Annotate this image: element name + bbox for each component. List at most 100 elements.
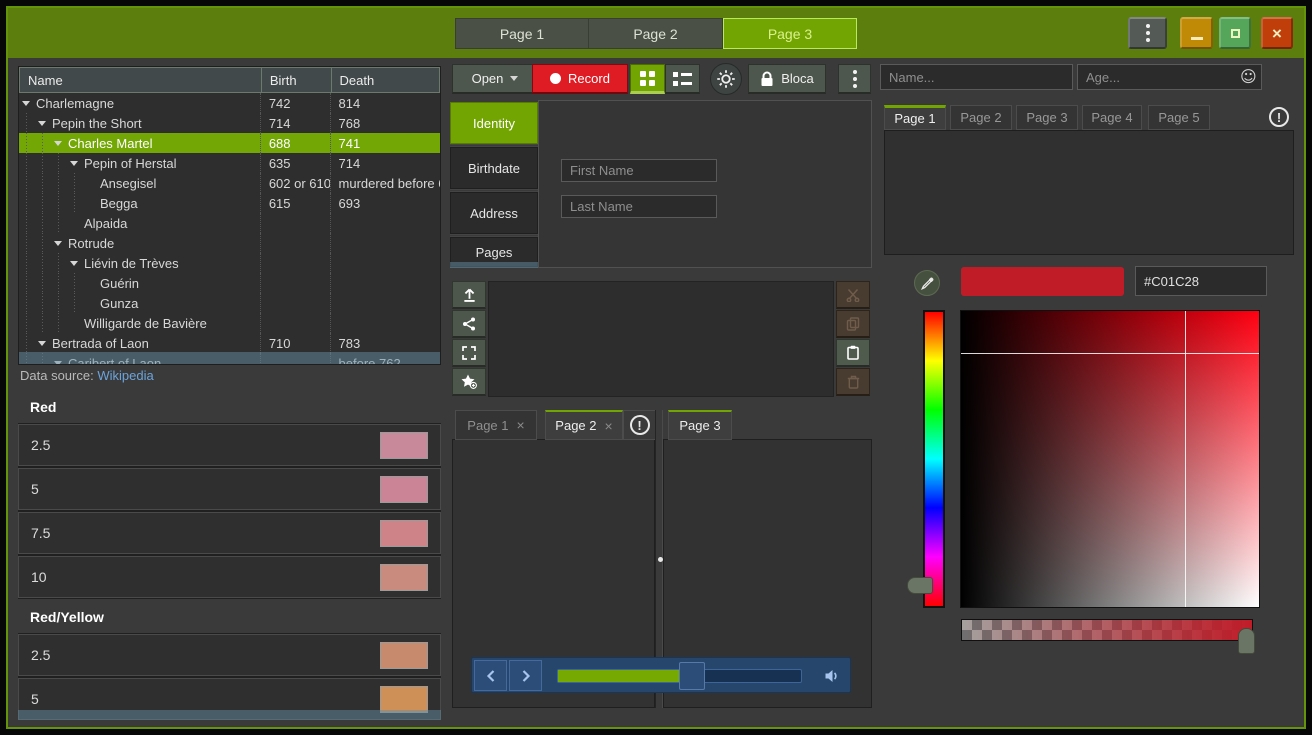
left-pane-warning-button[interactable]: ! xyxy=(623,410,656,440)
right-panel-warning-icon[interactable]: ! xyxy=(1269,107,1289,127)
titlebar-tab-page1[interactable]: Page 1 xyxy=(455,18,589,49)
tree-col-birth[interactable]: Birth xyxy=(261,68,331,92)
page-tab-3[interactable]: Page 3 xyxy=(1016,105,1078,130)
volume-icon[interactable] xyxy=(824,668,840,684)
list-view-toggle[interactable] xyxy=(665,64,700,94)
tree-col-name[interactable]: Name xyxy=(20,68,261,92)
tree-indent-guide xyxy=(35,253,51,273)
tree-row[interactable]: Willigarde de Bavière xyxy=(19,313,440,333)
content-drop-area[interactable] xyxy=(488,281,834,397)
age-field[interactable] xyxy=(1077,64,1262,90)
tree-row[interactable]: Guérin xyxy=(19,273,440,293)
minimize-button[interactable] xyxy=(1180,17,1213,49)
page-tab-1[interactable]: Page 1 xyxy=(884,105,946,130)
list-item-value: 7.5 xyxy=(31,525,50,541)
tree-row[interactable]: Pepin the Short714768 xyxy=(19,113,440,133)
expander-icon[interactable] xyxy=(51,141,65,146)
tree-indent-guide xyxy=(51,313,67,333)
close-button[interactable]: × xyxy=(1261,17,1293,49)
list-item-value: 10 xyxy=(31,569,47,585)
expander-icon[interactable] xyxy=(35,121,49,126)
tree-cell-name: Charlemagne xyxy=(19,93,260,113)
record-button[interactable]: Record xyxy=(532,64,628,94)
page-tab-4[interactable]: Page 4 xyxy=(1082,105,1142,130)
alpha-slider[interactable] xyxy=(961,619,1253,641)
favorite-add-button[interactable] xyxy=(452,368,486,396)
previous-button[interactable] xyxy=(474,660,507,691)
share-button[interactable] xyxy=(452,310,486,338)
tree-cell-name: Ansegisel xyxy=(19,173,260,193)
expander-icon[interactable] xyxy=(67,161,81,166)
page-tab-2[interactable]: Page 2 xyxy=(950,105,1012,130)
tab-birthdate[interactable]: Birthdate xyxy=(450,147,538,189)
seek-slider-handle[interactable] xyxy=(679,662,705,690)
current-color-swatch[interactable] xyxy=(961,267,1124,296)
close-tab-icon[interactable]: × xyxy=(605,418,613,434)
more-options-button[interactable] xyxy=(838,64,871,94)
tab-identity[interactable]: Identity xyxy=(450,102,538,144)
wikipedia-link[interactable]: Wikipedia xyxy=(97,368,153,383)
eyedropper-button[interactable] xyxy=(914,270,940,296)
close-tab-icon[interactable]: × xyxy=(517,417,525,433)
expander-icon[interactable] xyxy=(19,101,33,106)
list-section-header: Red xyxy=(18,390,441,424)
lock-button[interactable]: Bloca xyxy=(748,64,826,94)
tree-cell-name: Rotrude xyxy=(19,233,260,253)
next-button[interactable] xyxy=(509,660,542,691)
tree-row[interactable]: Bertrada of Laon710783 xyxy=(19,333,440,353)
doc-tab-page1[interactable]: Page 1 × xyxy=(455,410,537,440)
tree-row[interactable]: Rotrude xyxy=(19,233,440,253)
grid-view-toggle[interactable] xyxy=(630,64,665,94)
tree-row[interactable]: Alpaida xyxy=(19,213,440,233)
tree-row-label: Alpaida xyxy=(81,216,127,231)
tree-row-label: Rotrude xyxy=(65,236,114,251)
tree-row-label: Pepin of Herstal xyxy=(81,156,177,171)
delete-button[interactable] xyxy=(836,368,870,396)
tree-row[interactable]: Pepin of Herstal635714 xyxy=(19,153,440,173)
maximize-button[interactable] xyxy=(1219,17,1251,49)
seek-slider[interactable] xyxy=(557,669,802,683)
last-name-field[interactable] xyxy=(561,195,717,218)
doc-tab-page2[interactable]: Page 2 × xyxy=(545,410,623,440)
smiley-icon[interactable]: ☺ xyxy=(1240,67,1257,86)
list-item[interactable]: 5 xyxy=(18,468,441,510)
settings-button[interactable] xyxy=(710,63,742,95)
saturation-value-area[interactable] xyxy=(960,310,1260,608)
page-tab-5[interactable]: Page 5 xyxy=(1148,105,1210,130)
tree-row[interactable]: Begga615693 xyxy=(19,193,440,213)
tree-row[interactable]: Charles Martel688741 xyxy=(19,133,440,153)
tree-row[interactable]: Ansegisel602 or 610murdered before 679 xyxy=(19,173,440,193)
alpha-slider-handle[interactable] xyxy=(1238,628,1255,654)
hex-color-field[interactable] xyxy=(1135,266,1267,296)
expander-icon[interactable] xyxy=(35,341,49,346)
titlebar-tab-page2[interactable]: Page 2 xyxy=(589,18,723,49)
tree-row[interactable]: Charlemagne742814 xyxy=(19,93,440,113)
tree-row[interactable]: Gunza xyxy=(19,293,440,313)
list-item[interactable]: 2.5 xyxy=(18,424,441,466)
copy-button[interactable] xyxy=(836,310,870,338)
fullscreen-button[interactable] xyxy=(452,339,486,367)
first-name-field[interactable] xyxy=(561,159,717,182)
expander-icon[interactable] xyxy=(51,241,65,246)
doc-tab-page3[interactable]: Page 3 xyxy=(668,410,732,440)
cut-button[interactable] xyxy=(836,281,870,309)
hue-slider[interactable] xyxy=(923,310,945,608)
list-item[interactable]: 2.5 xyxy=(18,634,441,676)
list-item[interactable]: 10 xyxy=(18,556,441,598)
name-field[interactable] xyxy=(880,64,1073,90)
tab-address[interactable]: Address xyxy=(450,192,538,234)
tree-row[interactable]: Liévin de Trèves xyxy=(19,253,440,273)
expander-icon[interactable] xyxy=(67,261,81,266)
window-menu-button[interactable] xyxy=(1128,17,1167,49)
triangle-down-icon xyxy=(70,161,78,166)
tree-indent-guide xyxy=(19,333,35,353)
tree-col-death[interactable]: Death xyxy=(331,68,440,92)
paste-button[interactable] xyxy=(836,339,870,367)
upload-button[interactable] xyxy=(452,281,486,309)
color-swatch xyxy=(380,476,428,503)
hue-slider-handle[interactable] xyxy=(907,577,933,594)
list-item[interactable]: 7.5 xyxy=(18,512,441,554)
tree-cell-name: Guérin xyxy=(19,273,260,293)
titlebar-tab-page3[interactable]: Page 3 xyxy=(723,18,857,49)
open-dropdown-button[interactable]: Open xyxy=(452,64,538,94)
